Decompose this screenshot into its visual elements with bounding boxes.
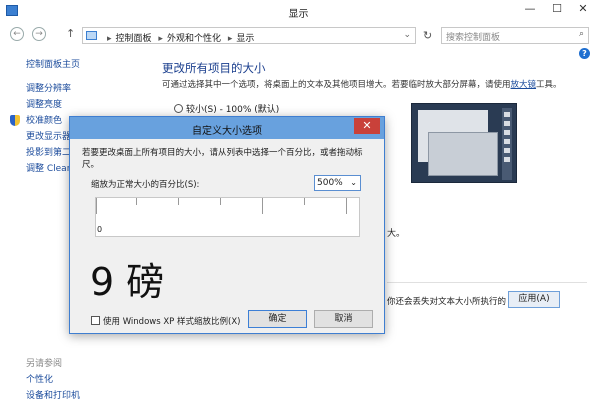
dialog-title: 自定义大小选项: [192, 126, 262, 137]
search-input[interactable]: 搜索控制面板 ⌕: [441, 27, 589, 44]
description-text: 可通过选择其中一个选项，将桌面上的文本及其他项目增大。若要临时放大部分屏幕，请使…: [162, 80, 511, 90]
forward-arrow-icon[interactable]: →: [32, 27, 46, 41]
scale-label: 缩放为正常大小的百分比(S):: [91, 180, 200, 190]
sidebar-item-resolution[interactable]: 调整分辨率: [26, 81, 136, 97]
partial-text-2: 你还会丢失对文本大小所执行的: [387, 297, 507, 307]
window-titlebar: 显示 — ☐ ✕: [0, 0, 597, 22]
checkbox-icon: [91, 316, 100, 325]
xp-scaling-checkbox[interactable]: 使用 Windows XP 样式缩放比例(X): [91, 315, 240, 327]
dialog-titlebar[interactable]: 自定义大小选项 ✕: [70, 117, 384, 139]
dialog-description: 若要更改桌面上所有项目的大小，请从列表中选择一个百分比，或者拖动标尺。: [82, 148, 363, 170]
breadcrumb-display[interactable]: 显示: [236, 34, 254, 44]
sidebar-home-link[interactable]: 控制面板主页: [26, 57, 136, 73]
scale-percent-value: 500%: [317, 178, 343, 188]
back-arrow-icon[interactable]: ←: [10, 27, 24, 41]
xp-scaling-label: 使用 Windows XP 样式缩放比例(X): [103, 317, 241, 327]
ruler-zero-label: 0: [97, 225, 103, 234]
cancel-button[interactable]: 取消: [314, 310, 373, 328]
page-description: 可通过选择其中一个选项，将桌面上的文本及其他项目增大。若要临时放大部分屏幕，请使…: [162, 78, 562, 90]
scale-percent-select[interactable]: 500% ⌄: [314, 175, 361, 191]
see-also-personalization[interactable]: 个性化: [26, 372, 80, 388]
chevron-down-icon[interactable]: ⌄: [403, 30, 411, 40]
radio-circle-icon: [174, 104, 183, 113]
close-button[interactable]: ✕: [569, 0, 597, 20]
partial-text-1: 大。: [387, 229, 406, 239]
navigation-bar: ← → ↑ ▸ 控制面板 ▸ 外观和个性化 ▸ 显示 ⌄ ↻ 搜索控制面板 ⌕: [0, 24, 597, 46]
search-placeholder: 搜索控制面板: [446, 33, 501, 43]
custom-size-dialog: 自定义大小选项 ✕ 若要更改桌面上所有项目的大小，请从列表中选择一个百分比，或者…: [69, 116, 385, 334]
breadcrumb-control-panel[interactable]: 控制面板: [116, 34, 152, 44]
window-title: 显示: [288, 9, 309, 20]
option-small-radio[interactable]: 较小(S) - 100% (默认): [174, 102, 279, 115]
breadcrumb: ▸ 控制面板 ▸ 外观和个性化 ▸ 显示: [107, 34, 255, 44]
maximize-button[interactable]: ☐: [543, 0, 571, 20]
dialog-close-button[interactable]: ✕: [354, 118, 380, 134]
magnifier-link[interactable]: 放大镜: [511, 80, 537, 90]
help-icon[interactable]: ?: [579, 48, 590, 59]
scale-ruler[interactable]: 0: [95, 197, 360, 237]
option-small-label: 较小(S) - 100% (默认): [186, 105, 280, 115]
address-bar[interactable]: ▸ 控制面板 ▸ 外观和个性化 ▸ 显示 ⌄: [82, 27, 416, 44]
description-end: 工具。: [536, 80, 562, 90]
apply-button[interactable]: 应用(A): [508, 291, 560, 308]
page-title: 更改所有项目的大小: [162, 61, 266, 75]
ok-button[interactable]: 确定: [248, 310, 307, 328]
chevron-down-icon: ⌄: [350, 178, 357, 187]
minimize-button[interactable]: —: [516, 0, 544, 20]
see-also-header: 另请参阅: [26, 359, 63, 369]
breadcrumb-appearance[interactable]: 外观和个性化: [167, 34, 221, 44]
refresh-icon[interactable]: ↻: [423, 29, 432, 42]
display-preview-image: [411, 103, 517, 183]
see-also-devices-printers[interactable]: 设备和打印机: [26, 388, 80, 404]
see-also-section: 另请参阅 个性化 设备和打印机: [26, 356, 80, 404]
sidebar-item-brightness[interactable]: 调整亮度: [26, 97, 136, 113]
up-arrow-icon[interactable]: ↑: [66, 27, 75, 40]
control-panel-icon: [86, 31, 97, 40]
font-sample-text: 9 磅: [90, 260, 165, 304]
search-icon: ⌕: [578, 29, 584, 39]
divider: [387, 282, 587, 283]
shield-icon: [10, 115, 20, 126]
